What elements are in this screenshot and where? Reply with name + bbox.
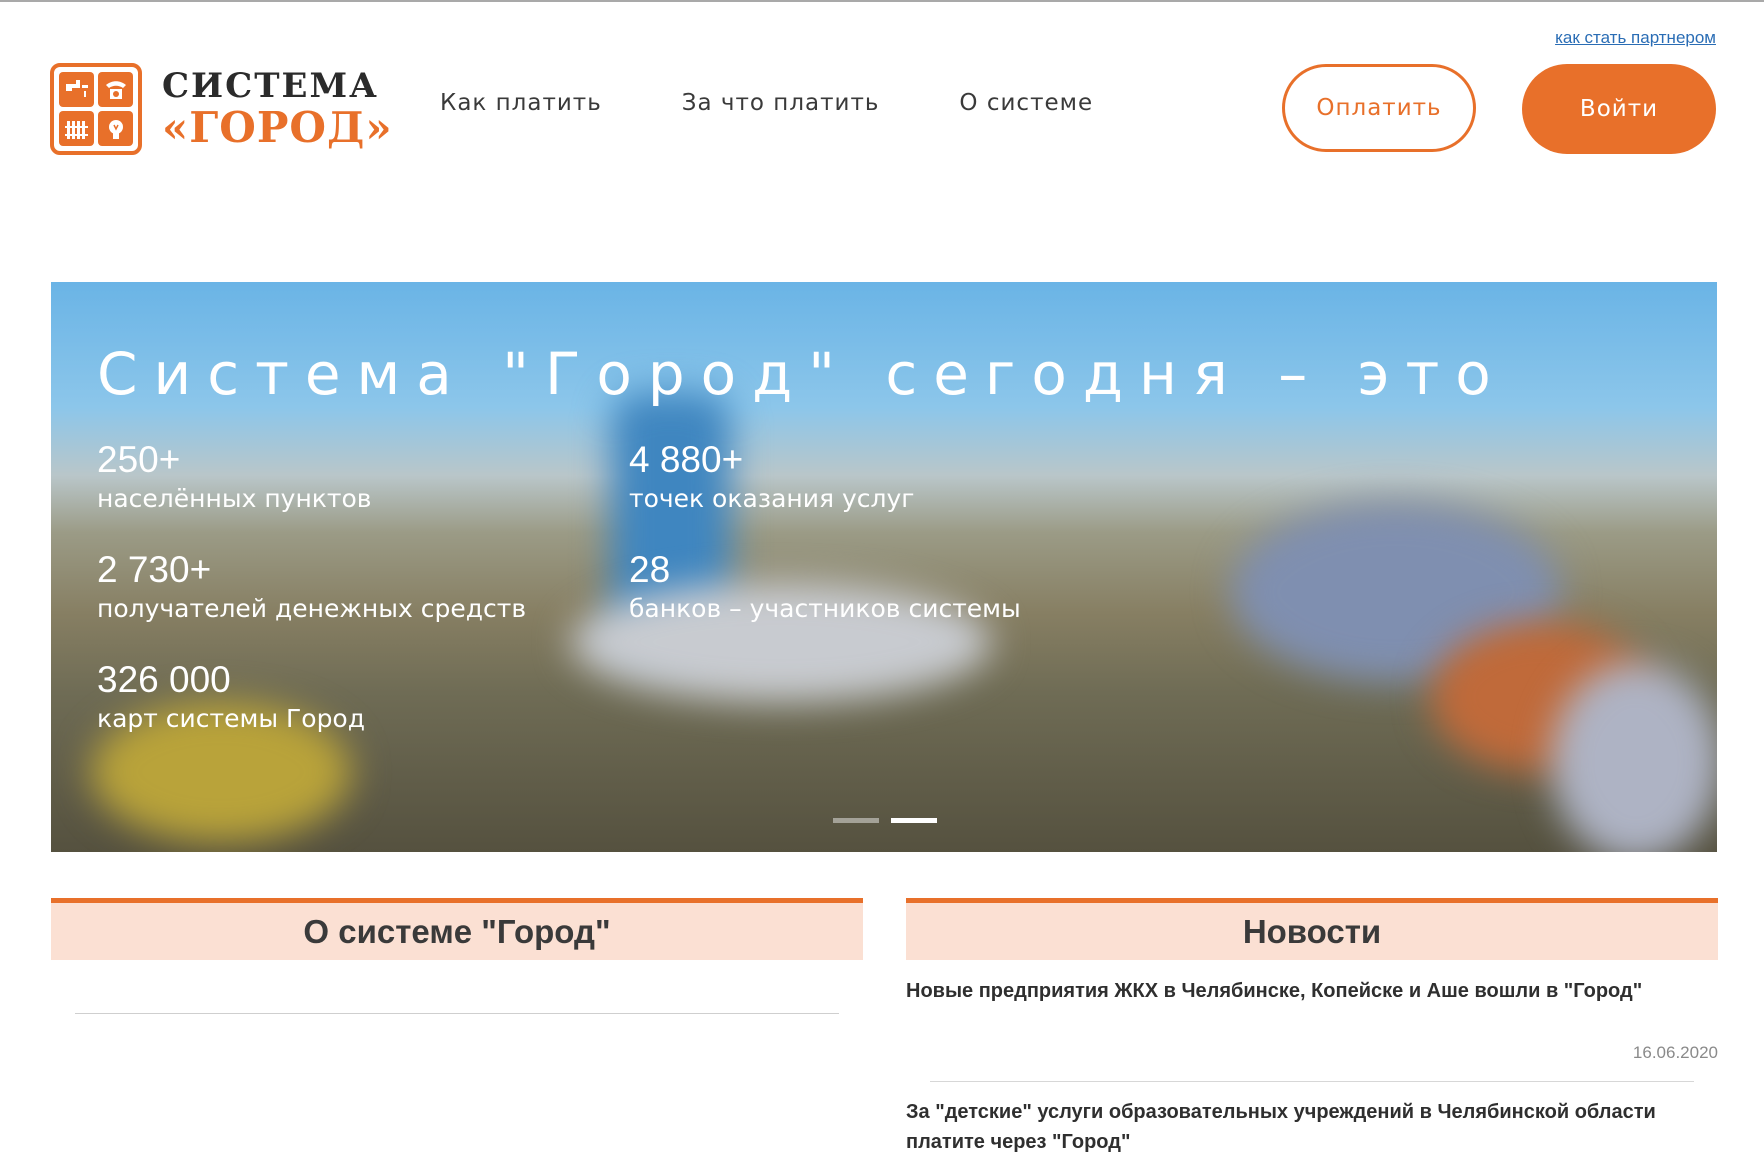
stat-value: 326 000	[97, 659, 231, 700]
stat-value: 4 880+	[629, 439, 744, 480]
stat-settlements: 250+ населённых пунктов	[97, 439, 372, 515]
main-nav: Как платить За что платить О системе	[440, 90, 1173, 116]
stat-value: 250+	[97, 439, 181, 480]
about-panel: О системе "Город"	[51, 898, 863, 1153]
stat-label: точек оказания услуг	[629, 483, 915, 513]
logo-text: СИСТЕМА «ГОРОД»	[162, 69, 393, 149]
partner-link[interactable]: как стать партнером	[1555, 28, 1716, 48]
news-divider	[930, 1081, 1694, 1082]
news-item-title[interactable]: Новые предприятия ЖКХ в Челябинске, Копе…	[906, 976, 1718, 1006]
slider-dot-2[interactable]	[891, 818, 937, 823]
nav-what-to-pay[interactable]: За что платить	[682, 90, 880, 116]
news-item[interactable]: Новые предприятия ЖКХ в Челябинске, Копе…	[906, 976, 1718, 1006]
slider-dot-1[interactable]	[833, 818, 879, 823]
stat-service-points: 4 880+ точек оказания услуг	[629, 439, 915, 515]
logo-line1: СИСТЕМА	[162, 66, 379, 106]
logo[interactable]: СИСТЕМА «ГОРОД»	[50, 63, 393, 155]
stat-label: банков – участников системы	[629, 593, 1021, 623]
logo-mark	[50, 63, 142, 155]
news-item-title[interactable]: За "детские" услуги образовательных учре…	[906, 1097, 1718, 1157]
slider-dots	[833, 818, 937, 823]
faucet-icon	[59, 72, 94, 107]
radiator-icon	[59, 111, 94, 146]
stat-recipients: 2 730+ получателей денежных средств	[97, 549, 527, 625]
hero-banner: Система "Город" сегодня – это 250+ насел…	[51, 282, 1717, 852]
news-item[interactable]: За "детские" услуги образовательных учре…	[906, 1097, 1718, 1157]
pay-button[interactable]: Оплатить	[1282, 64, 1476, 152]
logo-line2: «ГОРОД»	[162, 103, 393, 152]
login-button[interactable]: Войти	[1522, 64, 1716, 154]
nav-how-to-pay[interactable]: Как платить	[440, 90, 602, 116]
about-panel-title: О системе "Город"	[51, 898, 863, 960]
hero-bg-building-edge	[1551, 662, 1717, 852]
stat-label: населённых пунктов	[97, 483, 372, 513]
news-panel: Новости Новые предприятия ЖКХ в Челябинс…	[906, 898, 1718, 1153]
hero-title: Система "Город" сегодня – это	[97, 340, 1507, 408]
about-divider	[75, 1013, 839, 1014]
stat-label: карт системы Город	[97, 703, 366, 733]
news-item-date: 16.06.2020	[1632, 1043, 1718, 1062]
stat-banks: 28 банков – участников системы	[629, 549, 1021, 625]
lightbulb-icon	[98, 111, 133, 146]
stat-value: 2 730+	[97, 549, 212, 590]
stat-value: 28	[629, 549, 671, 590]
stat-cards: 326 000 карт системы Город	[97, 659, 366, 735]
phone-icon	[98, 72, 133, 107]
stat-label: получателей денежных средств	[97, 593, 527, 623]
top-border	[0, 0, 1764, 2]
nav-about-system[interactable]: О системе	[959, 90, 1093, 116]
news-panel-title: Новости	[906, 898, 1718, 960]
